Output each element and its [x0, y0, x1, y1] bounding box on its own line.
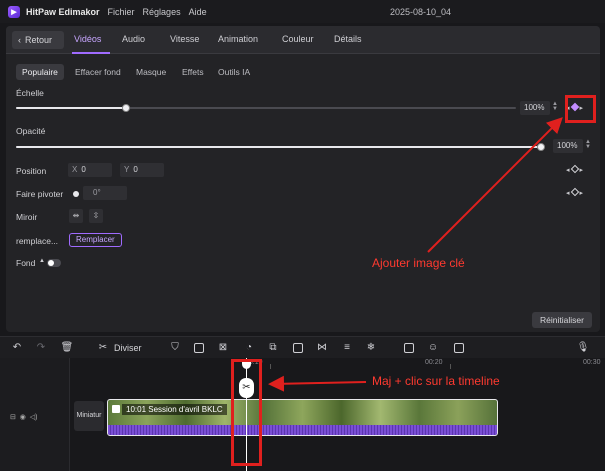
opacity-spinner-icon[interactable]: ▲ ▼ [585, 139, 591, 150]
playhead-highlight-box [231, 359, 262, 466]
audio-waveform [108, 425, 497, 435]
text-icon[interactable] [194, 343, 204, 353]
delete-icon[interactable]: 🗑 [60, 341, 74, 355]
reset-button[interactable]: Réinitialiser [532, 312, 592, 328]
position-y-field[interactable]: Y0 [120, 163, 164, 177]
microphone-icon[interactable]: 🎙 [576, 341, 590, 355]
crop-remove-icon[interactable]: ⊠ [216, 341, 230, 355]
subtitle-icon[interactable] [404, 343, 414, 353]
timeline-annotation: Maj + clic sur la timeline [372, 374, 500, 388]
flip-vertical-icon[interactable]: ⇳ [89, 209, 103, 223]
scale-label: Échelle [16, 88, 44, 98]
rotate-label: Faire pivoter [16, 189, 64, 199]
subtab-outils-ia[interactable]: Outils IA [218, 64, 250, 80]
project-title: 2025-08-10_04 [390, 7, 452, 17]
replace-button[interactable]: Remplacer [69, 233, 122, 247]
menu-aide[interactable]: Aide [189, 7, 207, 17]
tab-vitesse[interactable]: Vitesse [170, 34, 199, 44]
back-button-label: Retour [25, 35, 53, 45]
video-clip[interactable]: 10:01 Session d'avril BKLC [107, 399, 498, 436]
tab-couleur[interactable]: Couleur [282, 34, 314, 44]
undo-icon[interactable]: ↶ [10, 341, 24, 355]
y-axis-label: Y [124, 165, 130, 174]
back-button[interactable]: ‹ Retour [12, 31, 64, 49]
scissors-icon[interactable]: ✂ [96, 341, 110, 355]
redo-icon[interactable]: ↷ [34, 341, 48, 355]
scale-slider-fill [16, 107, 126, 109]
tab-audio[interactable]: Audio [122, 34, 145, 44]
crop-icon[interactable]: ⧉ [266, 341, 280, 355]
subtab-effets[interactable]: Effets [182, 64, 204, 80]
rotate-value-field[interactable]: 0° [83, 186, 127, 200]
scale-slider-knob[interactable] [122, 104, 130, 112]
mirror-icon[interactable]: ⋈ [315, 341, 329, 355]
track-lock-icon[interactable]: ⊟ ◉ ◁) [10, 413, 37, 421]
y-value: 0 [133, 165, 138, 174]
speed-icon[interactable]: ◔ [242, 341, 256, 355]
track-header: ⊟ ◉ ◁) [0, 358, 70, 471]
menu-reglages[interactable]: Réglages [143, 7, 181, 17]
clip-title: 10:01 Session d'avril BKLC [122, 404, 227, 415]
subtab-populaire[interactable]: Populaire [16, 64, 64, 80]
tab-videos[interactable]: Vidéos [74, 34, 101, 44]
scale-value-field[interactable]: 100% [520, 101, 550, 115]
opacity-slider-fill [16, 146, 541, 148]
keyframe-icon[interactable] [570, 164, 579, 174]
shield-icon[interactable]: ⛉ [168, 341, 182, 355]
keyframe-annotation: Ajouter image clé [372, 256, 465, 270]
mirror-label: Miroir [16, 212, 38, 222]
face-icon[interactable]: ☺ [426, 341, 440, 355]
active-tab-indicator [72, 52, 110, 54]
ruler-label: 00:30 [583, 359, 601, 366]
x-axis-label: X [72, 165, 78, 174]
background-toggle[interactable] [47, 259, 61, 267]
ruler-label: 00:20 [425, 359, 443, 366]
subtab-effacer-fond[interactable]: Effacer fond [75, 64, 121, 80]
align-icon[interactable]: ≡ [340, 341, 354, 355]
title-bar: ▶ HitPaw Edimakor Fichier Réglages Aide … [0, 0, 605, 23]
opacity-label: Opacité [16, 126, 46, 136]
rotate-keyframe-control[interactable]: ◂ ▸ [566, 187, 583, 197]
position-x-field[interactable]: X0 [68, 163, 112, 177]
position-label: Position [16, 166, 47, 176]
keyframe-icon[interactable] [570, 187, 579, 197]
menu-fichier[interactable]: Fichier [108, 7, 135, 17]
split-button-label[interactable]: Diviser [114, 343, 142, 353]
opacity-slider-knob[interactable] [537, 143, 545, 151]
flip-horizontal-icon[interactable]: ⇹ [69, 209, 83, 223]
subtab-masque[interactable]: Masque [136, 64, 166, 80]
app-logo-icon: ▶ [8, 5, 20, 18]
tab-details[interactable]: Détails [334, 34, 362, 44]
position-keyframe-control[interactable]: ◂ ▸ [566, 164, 583, 174]
thumbnail-label[interactable]: Miniatur [74, 401, 104, 431]
tab-animation[interactable]: Animation [218, 34, 258, 44]
properties-panel: ‹ Retour Vidéos Audio Vitesse Animation … [6, 26, 600, 332]
chevron-left-icon: ‹ [18, 35, 21, 45]
chevron-up-icon[interactable]: ▲ [39, 258, 45, 264]
background-label: Fond [16, 258, 36, 268]
ruler-tick [270, 364, 271, 369]
app-name: HitPaw Edimakor [26, 6, 100, 17]
rotate-dial-icon[interactable] [73, 191, 79, 197]
keyframe-highlight-box [565, 95, 596, 123]
x-value: 0 [81, 165, 86, 174]
video-clip-icon [112, 405, 120, 413]
time-ruler[interactable]: 00:10 00:20 00:30 [70, 358, 605, 370]
ruler-tick [450, 364, 451, 369]
export-frame-icon[interactable] [454, 343, 464, 353]
opacity-value-field[interactable]: 100% [553, 139, 583, 153]
timeline-toolbar: ↶ ↷ 🗑 ✂ Diviser ⛉ ⊠ ◔ ⧉ ⋈ ≡ ❄ ☺ 🎙 [0, 336, 605, 358]
freeze-icon[interactable]: ❄ [364, 341, 378, 355]
resize-icon[interactable] [293, 343, 303, 353]
scale-spinner-icon[interactable]: ▲ ▼ [552, 101, 558, 112]
tab-bar: ‹ Retour Vidéos Audio Vitesse Animation … [6, 26, 600, 54]
replace-label: remplace... [16, 236, 59, 246]
